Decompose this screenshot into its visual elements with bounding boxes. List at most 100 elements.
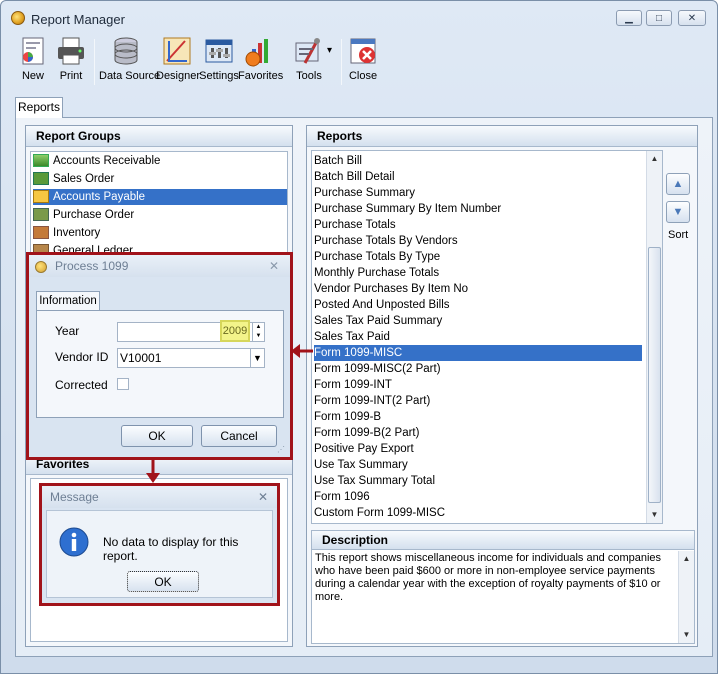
process-ok-button[interactable]: OK [121, 425, 193, 447]
reports-scrollbar[interactable]: ▲ ▼ [646, 151, 662, 523]
designer-icon [161, 35, 193, 67]
vendor-id-value: V10001 [120, 351, 162, 365]
app-icon [11, 11, 25, 25]
report-item[interactable]: Positive Pay Export [314, 441, 414, 457]
maximize-button[interactable]: □ [646, 10, 672, 26]
description-header: Description [312, 531, 694, 550]
sort-label: Sort [668, 229, 689, 241]
toolbar-separator [94, 39, 95, 85]
report-group-item[interactable]: Accounts Receivable [33, 153, 160, 169]
process-cancel-button[interactable]: Cancel [201, 425, 277, 447]
sort-up-button[interactable]: ▲ [666, 173, 690, 195]
toolbar-separator [341, 39, 342, 85]
report-item[interactable]: Vendor Purchases By Item No [314, 281, 468, 297]
data-source-label: Data Source [99, 70, 161, 82]
message-ok-button[interactable]: OK [127, 571, 199, 592]
report-item[interactable]: Batch Bill [314, 153, 362, 169]
tools-dropdown-arrow[interactable]: ▾ [327, 45, 332, 56]
report-item[interactable]: Purchase Summary [314, 185, 415, 201]
report-group-item-selected[interactable]: Accounts Payable [33, 189, 287, 205]
tools-button[interactable]: Tools [289, 35, 329, 89]
message-dialog-highlight: Message ✕ No data to display for this re… [39, 483, 280, 606]
designer-button[interactable]: Designer [156, 35, 201, 89]
tools-icon [293, 35, 325, 67]
tab-information[interactable]: Information [36, 291, 100, 311]
report-group-label: Purchase Order [53, 209, 135, 221]
new-label: New [21, 70, 44, 82]
message-dialog: Message ✕ No data to display for this re… [42, 486, 277, 603]
corrected-checkbox[interactable] [117, 378, 129, 390]
data-source-button[interactable]: Data Source [99, 35, 161, 89]
report-item[interactable]: Form 1099-MISC(2 Part) [314, 361, 441, 377]
chevron-down-icon[interactable]: ▼ [250, 349, 264, 367]
window-title: Report Manager [31, 12, 125, 27]
process-1099-dialog: Process 1099 ✕ Information Year 2009 ▲ ▼ … [29, 255, 290, 457]
dialog-app-icon [35, 261, 47, 273]
year-spin-arrows[interactable]: ▲ ▼ [252, 323, 264, 341]
year-value: 2009 [220, 320, 250, 342]
report-group-item[interactable]: Inventory [33, 225, 100, 241]
year-spinner[interactable]: 2009 ▲ ▼ [117, 320, 265, 342]
new-button[interactable]: New [13, 35, 53, 89]
report-item[interactable]: Form 1096 [314, 489, 370, 505]
report-item[interactable]: Form 1099-INT(2 Part) [314, 393, 430, 409]
message-text: No data to display for this report. [103, 535, 239, 563]
message-dialog-title: Message [42, 486, 277, 508]
scroll-down-arrow[interactable]: ▼ [679, 628, 694, 642]
corrected-label: Corrected [55, 378, 108, 392]
message-dialog-close-icon[interactable]: ✕ [258, 490, 268, 504]
report-item[interactable]: Sales Tax Paid [314, 329, 390, 345]
report-group-item[interactable]: Sales Order [33, 171, 114, 187]
close-form-button[interactable]: Close [345, 35, 381, 89]
scroll-up-arrow[interactable]: ▲ [679, 552, 694, 566]
reports-list[interactable]: Batch Bill Batch Bill Detail Purchase Summ… [311, 150, 663, 524]
settings-button[interactable]: Settings [199, 35, 239, 89]
report-item[interactable]: Batch Bill Detail [314, 169, 395, 185]
scroll-up-arrow[interactable]: ▲ [647, 152, 662, 166]
vendor-id-combobox[interactable]: V10001 ▼ [117, 348, 265, 368]
sort-down-button[interactable]: ▼ [666, 201, 690, 223]
process-dialog-close-icon[interactable]: ✕ [269, 259, 279, 273]
report-item[interactable]: Purchase Totals [314, 217, 396, 233]
print-button[interactable]: Print [51, 35, 91, 89]
resize-grip-icon[interactable]: ⋰ [277, 445, 285, 454]
printer-icon [55, 35, 87, 67]
callout-arrow-to-report [291, 344, 313, 358]
designer-label: Designer [156, 70, 201, 82]
tab-reports[interactable]: Reports [15, 97, 63, 118]
report-item[interactable]: Use Tax Summary Total [314, 473, 435, 489]
close-window-button[interactable]: ✕ [678, 10, 706, 26]
report-item[interactable]: Form 1099-B(2 Part) [314, 425, 419, 441]
report-item[interactable]: Sales Tax Paid Summary [314, 313, 442, 329]
close-label: Close [348, 70, 378, 82]
reports-header: Reports [307, 126, 697, 147]
report-item[interactable]: Custom Form 1099-MISC [314, 505, 445, 521]
report-item-selected[interactable]: Form 1099-MISC [314, 345, 642, 361]
scroll-down-arrow[interactable]: ▼ [647, 508, 662, 522]
year-label: Year [55, 324, 80, 338]
toolbar: New Print Data Source Designer Settings [5, 33, 713, 91]
sales-order-icon [33, 172, 49, 186]
arrow-down-icon: ▼ [672, 206, 684, 218]
purchase-order-icon [33, 208, 49, 222]
report-item[interactable]: Form 1099-B [314, 409, 381, 425]
report-groups-header: Report Groups [26, 126, 292, 147]
report-item[interactable]: Use Tax Summary [314, 457, 408, 473]
report-group-item[interactable]: Purchase Order [33, 207, 134, 223]
description-scrollbar[interactable]: ▲ ▼ [678, 551, 694, 643]
favorites-button[interactable]: Favorites [238, 35, 283, 89]
report-item[interactable]: Posted And Unposted Bills [314, 297, 450, 313]
report-item[interactable]: Monthly Purchase Totals [314, 265, 439, 281]
favorites-chart-icon [244, 35, 276, 67]
report-item[interactable]: Purchase Summary By Item Number [314, 201, 501, 217]
message-body: No data to display for this report. OK [46, 510, 273, 598]
close-form-icon [347, 35, 379, 67]
report-item[interactable]: Purchase Totals By Type [314, 249, 440, 265]
minimize-button[interactable]: ▁ [616, 10, 642, 26]
tools-label: Tools [296, 70, 322, 82]
scroll-thumb[interactable] [648, 247, 661, 503]
settings-label: Settings [199, 70, 239, 82]
report-item[interactable]: Form 1099-INT [314, 377, 392, 393]
process-dialog-highlight: Process 1099 ✕ Information Year 2009 ▲ ▼ … [26, 252, 293, 460]
report-item[interactable]: Purchase Totals By Vendors [314, 233, 458, 249]
